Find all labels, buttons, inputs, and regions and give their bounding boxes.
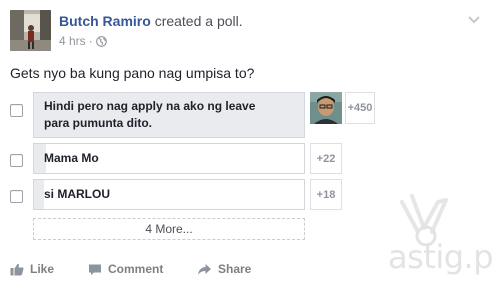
post-action-text: created a poll. [154, 13, 243, 29]
poll-option-checkbox-1[interactable] [10, 104, 23, 117]
poll-option-checkbox-3[interactable] [10, 190, 23, 203]
poll-option-label-1: Hindi pero nag apply na ako ng leave par… [44, 98, 255, 132]
post-timestamp[interactable]: 4 hrs [59, 34, 86, 48]
meta-separator: · [88, 34, 93, 48]
more-options-button[interactable]: 4 More... [33, 218, 305, 240]
share-button[interactable]: Share [197, 261, 251, 277]
poll-option-label-1-line-2: para pumunta dito. [44, 116, 152, 130]
poll-option-count-1[interactable]: +450 [345, 92, 375, 124]
like-button[interactable]: Like [10, 261, 54, 277]
post-meta: 4 hrs · [59, 33, 107, 51]
watermark-text: astig.ph [388, 238, 492, 276]
voter-avatar[interactable] [310, 92, 342, 124]
poll-option-label-3: si MARLOU [44, 187, 110, 201]
thumbs-up-icon [10, 263, 24, 276]
poll-option-3[interactable]: si MARLOU [33, 179, 305, 210]
poll-option-label-1-line-1: Hindi pero nag apply na ako ng leave [44, 99, 256, 113]
comment-label: Comment [108, 262, 164, 276]
comment-icon [89, 264, 101, 275]
globe-icon[interactable] [95, 35, 107, 51]
share-arrow-icon [198, 264, 211, 275]
poll-option-label-2: Mama Mo [44, 151, 99, 165]
comment-button[interactable]: Comment [88, 261, 163, 277]
poll-option-fill-3 [34, 180, 44, 209]
like-label: Like [30, 262, 55, 276]
poll-option-1[interactable]: Hindi pero nag apply na ako ng leave par… [33, 92, 305, 138]
share-label: Share [218, 262, 252, 276]
poll-option-count-2[interactable]: +22 [310, 143, 342, 174]
poll-option-count-3[interactable]: +18 [310, 179, 342, 210]
post-header: Butch Ramiro created a poll. [59, 12, 243, 30]
poll-question: Gets nyo ba kung pano nag umpisa to? [10, 65, 255, 81]
poll-option-2[interactable]: Mama Mo [33, 143, 305, 174]
author-avatar[interactable] [10, 10, 51, 51]
post-options-chevron-icon[interactable] [466, 13, 482, 25]
poll-option-checkbox-2[interactable] [10, 154, 23, 167]
author-name-link[interactable]: Butch Ramiro [59, 13, 151, 29]
